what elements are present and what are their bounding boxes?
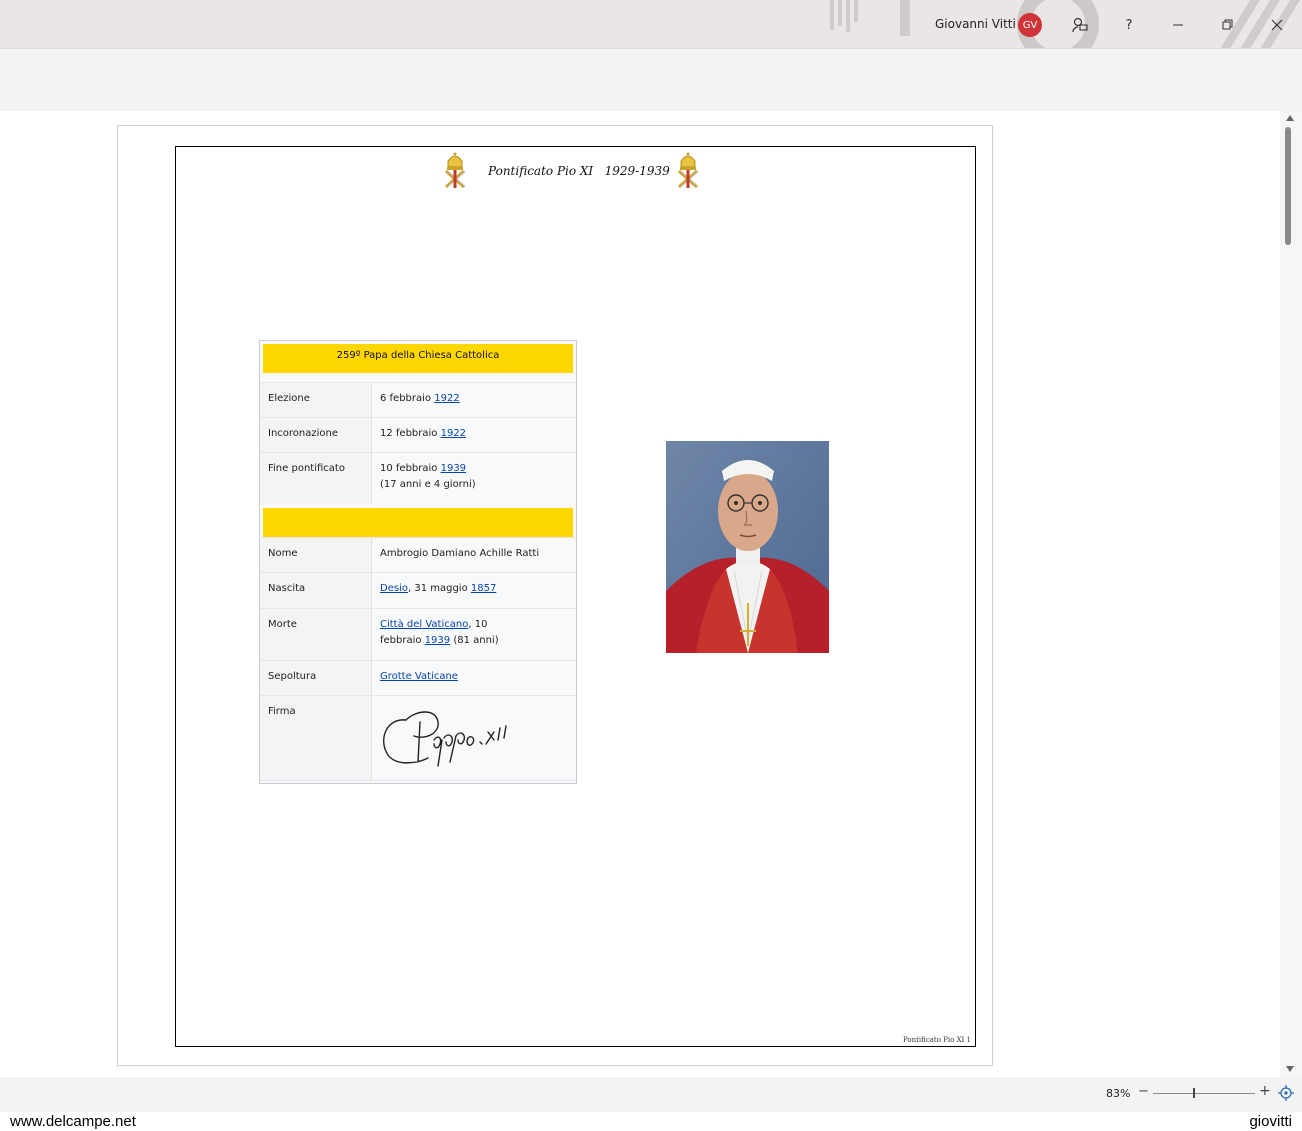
scroll-up-icon[interactable]	[1286, 115, 1294, 121]
watermark-strip: www.delcampe.net giovitti	[0, 1112, 1302, 1131]
close-icon[interactable]	[1264, 12, 1290, 38]
year-link[interactable]: 1939	[441, 463, 466, 474]
infobox-heading: 259º Papa della Chiesa Cattolica	[263, 344, 573, 373]
page-frame: Pontificato Pio XI 1929-1939 259º Papa d…	[175, 146, 976, 1047]
row-label: Sepoltura	[260, 661, 372, 695]
table-row: Sepoltura Grotte Vaticane	[260, 660, 576, 695]
duration-text: (17 anni e 4 giorni)	[380, 479, 476, 490]
row-value: Città del Vaticano, 10 febbraio 1939 (81 …	[372, 609, 576, 660]
watermark-right: giovitti	[1249, 1113, 1292, 1130]
place-link[interactable]: Città del Vaticano	[380, 619, 468, 630]
avatar[interactable]: GV	[1018, 13, 1042, 37]
table-row: Nome Ambrogio Damiano Achille Ratti	[260, 537, 576, 572]
signature-image	[383, 711, 507, 767]
value-text: febbraio	[380, 635, 425, 646]
year-link[interactable]: 1922	[441, 428, 466, 439]
row-label: Elezione	[260, 383, 372, 417]
infobox-subheading	[263, 508, 573, 537]
row-value: 10 febbraio 1939 (17 anni e 4 giorni)	[372, 453, 576, 505]
zoom-slider-thumb[interactable]	[1193, 1088, 1195, 1098]
ribbon-area	[0, 49, 1302, 111]
comment-icon[interactable]	[1066, 12, 1092, 38]
value-text: 10 febbraio	[380, 463, 441, 474]
header-title: Pontificato Pio XI 1929-1939	[488, 164, 670, 178]
scroll-down-icon[interactable]	[1286, 1066, 1294, 1072]
pope-portrait-image	[666, 441, 829, 653]
table-row: Fine pontificato 10 febbraio 1939 (17 ann…	[260, 452, 576, 505]
footer-text: Pontificato Pio XI 1	[902, 1036, 971, 1044]
row-label: Incoronazione	[260, 418, 372, 452]
value-text: (81 anni)	[450, 635, 499, 646]
title-bar: Giovanni Vitti GV ?	[0, 0, 1302, 49]
help-icon[interactable]: ?	[1116, 12, 1142, 38]
scroll-thumb[interactable]	[1285, 127, 1291, 245]
vertical-scrollbar[interactable]	[1280, 111, 1302, 1077]
zoom-in-button[interactable]: +	[1259, 1083, 1271, 1099]
zoom-level[interactable]: 83%	[1106, 1087, 1130, 1100]
minimize-icon[interactable]	[1165, 12, 1191, 38]
pope-infobox: 259º Papa della Chiesa Cattolica Elezion…	[259, 340, 577, 784]
row-label: Morte	[260, 609, 372, 660]
zoom-slider[interactable]	[1153, 1093, 1255, 1094]
value-text: 6 febbraio	[380, 393, 435, 404]
zoom-fit-icon[interactable]	[1278, 1085, 1294, 1101]
document-page: Pontificato Pio XI 1929-1939 259º Papa d…	[117, 125, 993, 1066]
value-text: 12 febbraio	[380, 428, 441, 439]
place-link[interactable]: Desio	[380, 583, 408, 594]
zoom-out-button[interactable]: −	[1138, 1084, 1149, 1099]
row-label: Fine pontificato	[260, 453, 372, 505]
table-row: Morte Città del Vaticano, 10 febbraio 193…	[260, 608, 576, 660]
value-text: , 31 maggio	[407, 583, 471, 594]
burial-link[interactable]: Grotte Vaticane	[380, 671, 458, 682]
year-link[interactable]: 1939	[425, 635, 450, 646]
papal-emblem-icon	[445, 152, 466, 189]
papal-emblem-icon	[678, 152, 699, 189]
page-header: Pontificato Pio XI 1929-1939	[438, 151, 708, 191]
year-link[interactable]: 1857	[471, 583, 496, 594]
year-link[interactable]: 1922	[434, 393, 459, 404]
table-row: Elezione 6 febbraio 1922	[260, 382, 576, 417]
row-value: 12 febbraio 1922	[372, 418, 576, 452]
row-value: Ambrogio Damiano Achille Ratti	[380, 548, 540, 559]
table-row: Firma	[260, 695, 576, 781]
restore-icon[interactable]	[1214, 12, 1240, 38]
table-row: Incoronazione 12 febbraio 1922	[260, 417, 576, 452]
watermark-left: www.delcampe.net	[10, 1113, 136, 1130]
row-value: 6 febbraio 1922	[372, 383, 576, 417]
row-value: Grotte Vaticane	[372, 661, 576, 695]
value-text: , 10	[468, 619, 488, 630]
status-bar: 83% − +	[0, 1077, 1302, 1112]
row-label: Firma	[260, 696, 372, 780]
table-row: Nascita Desio, 31 maggio 1857	[260, 572, 576, 608]
user-name[interactable]: Giovanni Vitti	[935, 17, 1016, 31]
row-value: Desio, 31 maggio 1857	[372, 573, 576, 608]
row-label: Nome	[260, 538, 372, 572]
row-label: Nascita	[260, 573, 372, 608]
row-value	[372, 696, 576, 780]
